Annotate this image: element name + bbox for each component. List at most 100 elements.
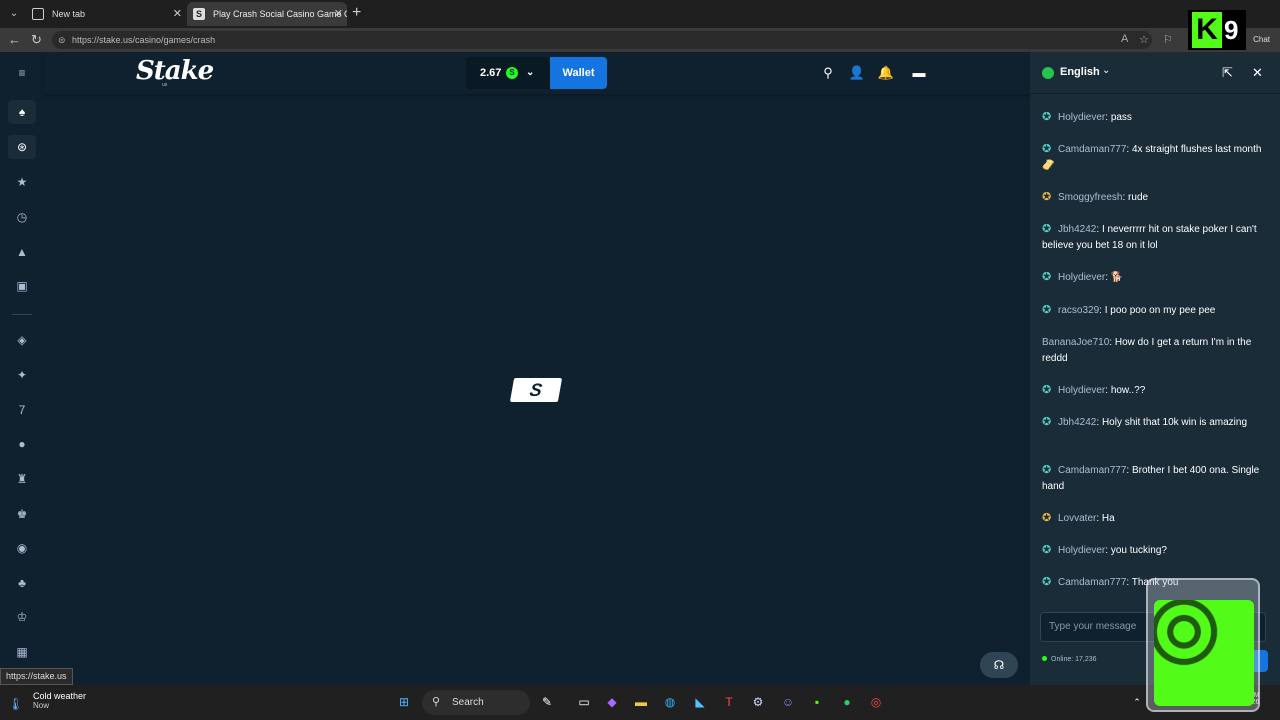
live-casino-icon[interactable]: ♜ — [12, 469, 32, 489]
chat-username[interactable]: Holydiever — [1058, 112, 1105, 123]
chat-username[interactable]: Camdaman777 — [1058, 465, 1126, 476]
chat-username[interactable]: Holydiever — [1058, 385, 1105, 396]
hot-fire-icon[interactable]: ● — [12, 434, 32, 454]
app-fish-icon[interactable]: ◣ — [691, 693, 709, 711]
challenges-icon[interactable]: ▲ — [12, 242, 32, 262]
jar-contents — [1154, 600, 1254, 706]
chat-message: ✪ Camdaman777: 4x straight flushes last m… — [1042, 143, 1262, 171]
vip-badge-icon: ✪ — [1042, 271, 1052, 283]
recent-clock-icon[interactable]: ◷ — [12, 207, 32, 227]
chat-username[interactable]: Jbh4242 — [1058, 417, 1096, 428]
chat-username[interactable]: racso329 — [1058, 305, 1099, 316]
my-bets-icon[interactable]: ▣ — [12, 276, 32, 296]
search-label: Search — [452, 697, 484, 708]
all-games-grid-icon[interactable]: ▦ — [12, 642, 32, 662]
chat-username[interactable]: BananaJoe710 — [1042, 337, 1109, 348]
chat-username[interactable]: Jbh4242 — [1058, 224, 1096, 235]
vip-badge-icon: ✪ — [1042, 304, 1052, 316]
notifications-bell-icon[interactable]: 🔔 — [877, 64, 895, 82]
sidebar-item-sports[interactable]: ⊛ — [8, 135, 36, 159]
wallet-button[interactable]: Wallet — [550, 57, 607, 89]
weather-widget[interactable]: 🌡 Cold weather Now — [8, 691, 86, 711]
tab-stake-crash[interactable]: S Play Crash Social Casino Game Or ✕ — [187, 2, 347, 26]
online-dot-icon — [1042, 656, 1047, 661]
browser-tab-bar: ⌄ New tab ✕ S Play Crash Social Casino G… — [0, 0, 1280, 28]
widgets-icon[interactable]: ✎ — [538, 693, 556, 711]
windows-start-icon[interactable]: ⊞ — [395, 693, 413, 711]
language-selector[interactable]: English — [1060, 66, 1100, 78]
balance-selector[interactable]: 2.67 S ⌄ — [466, 57, 550, 89]
chat-message: ✪ Holydiever: pass — [1042, 111, 1132, 123]
blackjack-icon[interactable]: ♣ — [12, 573, 32, 593]
app-red-icon[interactable]: ◎ — [867, 693, 885, 711]
chat-toggle-icon[interactable]: ▬ — [910, 64, 928, 82]
game-shows-icon[interactable]: ♚ — [12, 504, 32, 524]
windows-taskbar: 🌡 Cold weather Now ⊞ ⚲ Search ✎ ▭ ◆ ▬ ◍ … — [0, 685, 1280, 720]
originals-icon[interactable]: ◈ — [12, 330, 32, 350]
reload-icon[interactable]: ↻ — [31, 32, 42, 48]
kick-coin-jar-overlay — [1146, 578, 1260, 712]
sidebar-item-casino[interactable]: ♠ — [8, 100, 36, 124]
chat-username[interactable]: Lovvater — [1058, 513, 1096, 524]
chevron-down-icon[interactable]: ⌄ — [1102, 65, 1110, 76]
discord-icon[interactable]: ☺ — [779, 693, 797, 711]
chat-message: ✪ Jbh4242: Holy shit that 10k win is amaz… — [1042, 416, 1248, 428]
copilot-icon[interactable]: ◆ — [603, 693, 621, 711]
url-field[interactable]: ⊜ https://stake.us/casino/games/crash — [52, 31, 1152, 49]
close-tab-icon[interactable]: ✕ — [334, 2, 343, 26]
thermometer-icon: 🌡 — [8, 697, 24, 711]
chat-username[interactable]: Camdaman777 — [1058, 577, 1126, 588]
taskbar-search[interactable]: ⚲ Search — [422, 690, 530, 715]
tab-list-chevron-icon[interactable]: ⌄ — [4, 4, 24, 24]
chat-message: BananaJoe710: How do I get a return I'm … — [1042, 337, 1252, 364]
chat-message: ✪ Jbh4242: I neverrrrr hit on stake poker… — [1042, 223, 1257, 251]
user-icon[interactable]: 👤 — [848, 64, 866, 82]
slots-icon[interactable]: 7 — [12, 400, 32, 420]
edge-browser-icon[interactable]: ◍ — [661, 693, 679, 711]
close-tab-icon[interactable]: ✕ — [173, 2, 182, 26]
new-releases-sparkle-icon[interactable]: ✦ — [12, 365, 32, 385]
read-aloud-icon[interactable]: A — [1121, 33, 1128, 45]
favorite-star-icon[interactable]: ☆ — [1139, 33, 1149, 46]
search-icon[interactable]: ⚲ — [819, 64, 837, 82]
task-view-icon[interactable]: ▭ — [575, 693, 593, 711]
live-support-headset-icon[interactable]: ☊ — [980, 652, 1018, 678]
stake-favicon-icon: S — [193, 8, 205, 20]
app-tf-icon[interactable]: T — [720, 693, 738, 711]
tray-chevron-up-icon[interactable]: ⌃ — [1128, 693, 1146, 711]
chat-message: ✪ Lovvater: Ha — [1042, 512, 1115, 524]
new-tab-button[interactable]: + — [352, 4, 361, 22]
terminal-icon[interactable]: ▪ — [808, 693, 826, 711]
menu-hamburger-icon[interactable]: ≡ — [12, 63, 32, 83]
logo-region-sub: us — [162, 82, 168, 88]
copilot-chat-label[interactable]: Chat — [1253, 35, 1270, 44]
chat-username[interactable]: Camdaman777 — [1058, 144, 1126, 155]
sidebar: ≡ ♠ ⊛ ★ ◷ ▲ ▣ ◈ ✦ 7 ● ♜ ♚ ◉ ♣ ♔ ▦ — [0, 52, 44, 685]
chat-message: ✪ Holydiever: 🐕 — [1042, 271, 1124, 283]
vip-badge-icon: ✪ — [1042, 544, 1052, 556]
tab-title: New tab — [52, 9, 86, 19]
stake-logo[interactable]: Stake — [136, 56, 214, 86]
chat-username[interactable]: Holydiever — [1058, 545, 1105, 556]
roulette-icon[interactable]: ◉ — [12, 538, 32, 558]
steam-icon[interactable]: ⚙ — [749, 693, 767, 711]
popout-icon[interactable]: ⇱ — [1222, 65, 1233, 81]
vip-badge-icon: ✪ — [1042, 464, 1052, 476]
chat-text: 🐕 — [1110, 272, 1124, 283]
baccarat-icon[interactable]: ♔ — [12, 607, 32, 627]
online-count: Online: 17,236 — [1042, 656, 1097, 663]
online-label: Online: 17,236 — [1051, 656, 1097, 663]
collections-icon[interactable]: ⚐ — [1163, 33, 1173, 46]
chat-text: Ha — [1101, 513, 1115, 524]
close-icon[interactable]: ✕ — [1252, 65, 1263, 81]
tab-new-tab[interactable]: New tab ✕ — [26, 2, 186, 26]
site-info-icon[interactable]: ⊜ — [58, 31, 66, 49]
chat-username[interactable]: Holydiever — [1058, 272, 1105, 283]
chat-username[interactable]: Smoggyfreesh — [1058, 192, 1122, 203]
back-icon[interactable]: ← — [8, 32, 21, 48]
favourites-star-icon[interactable]: ★ — [12, 172, 32, 192]
file-explorer-icon[interactable]: ▬ — [632, 693, 650, 711]
spotify-icon[interactable]: ● — [838, 693, 856, 711]
chat-text: pass — [1110, 112, 1132, 123]
chat-text: Holy shit that 10k win is amazing — [1101, 417, 1248, 428]
